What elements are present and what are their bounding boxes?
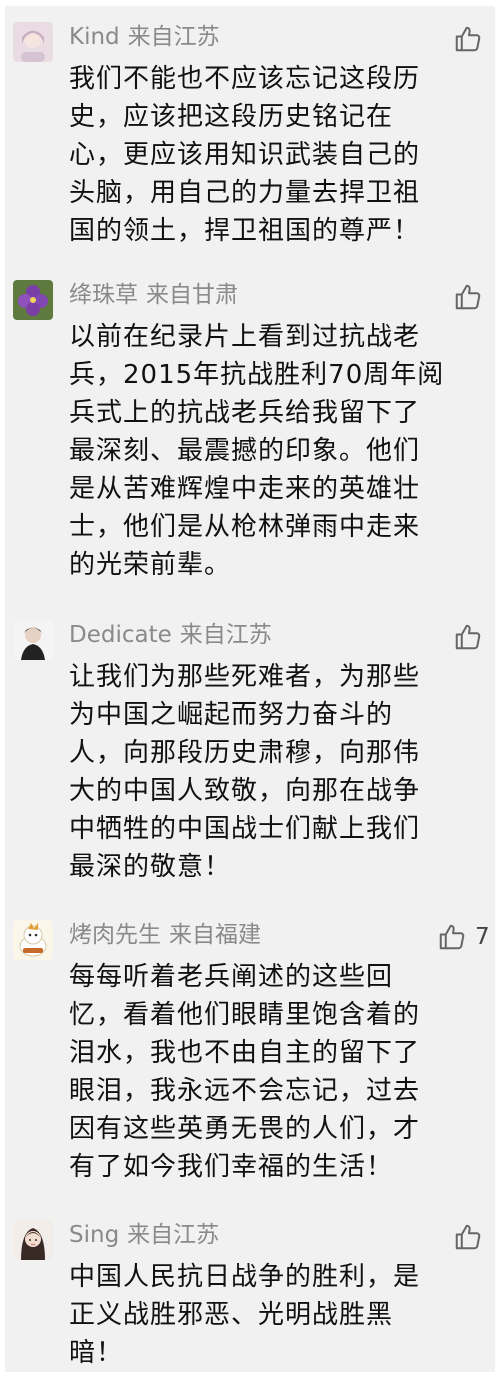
avatar[interactable] [13,22,53,62]
username[interactable]: 绛珠草 [69,282,138,308]
location-label: 来自甘肃 [146,282,238,308]
username[interactable]: Dedicate [69,622,172,648]
comment-item: Sing 来自江苏 中国人民抗日战争的胜利，是 正义战胜邪恶、光明战胜黑 暗！ [5,1208,495,1372]
thumbs-up-icon [455,624,481,650]
avatar[interactable] [13,1220,53,1260]
comment-item: Dedicate 来自江苏 让我们为那些死难者，为那些 为中国之崛起而努力奋斗的 … [5,608,495,908]
thumbs-up-icon [455,284,481,310]
like-button[interactable]: 7 [437,922,490,952]
username[interactable]: Sing [69,1222,119,1248]
comment-item: 烤肉先生 来自福建 7 每每听着老兵阐述的这些回 忆，看着他们眼睛里饱含着的 泪水… [5,908,495,1208]
thumbs-up-icon [439,924,465,950]
like-button[interactable] [453,282,483,312]
username[interactable]: Kind [69,24,120,50]
comment-text: 让我们为那些死难者，为那些 为中国之崛起而努力奋斗的 人，向那段历史肃穆，向那伟… [69,662,421,882]
location-label: 来自福建 [169,922,261,948]
avatar[interactable] [13,280,53,320]
thumbs-up-icon [455,26,481,52]
comment-header: 烤肉先生 来自福建 [69,918,261,952]
comment-header: Kind 来自江苏 [69,20,220,54]
comment-item: 绛珠草 来自甘肃 以前在纪录片上看到过抗战老 兵，2015年抗战胜利70周年阅 兵… [5,268,495,608]
comment-header: 绛珠草 来自甘肃 [69,278,238,312]
thumbs-up-icon [455,1224,481,1250]
comment-text: 我们不能也不应该忘记这段历 史，应该把这段历史铭记在 心，更应该用知识武装自己的… [69,64,421,246]
comment-item: Kind 来自江苏 我们不能也不应该忘记这段历 史，应该把这段历史铭记在 心，更应… [5,10,495,268]
location-label: 来自江苏 [127,1222,220,1248]
comment-header: Dedicate 来自江苏 [69,618,272,652]
location-label: 来自江苏 [179,622,272,648]
comment-header: Sing 来自江苏 [69,1218,219,1252]
like-button[interactable] [453,1222,483,1252]
comment-list: Kind 来自江苏 我们不能也不应该忘记这段历 史，应该把这段历史铭记在 心，更应… [5,6,495,1372]
comment-text: 每每听着老兵阐述的这些回 忆，看着他们眼睛里饱含着的 泪水，我也不由自主的留下了… [69,962,421,1182]
avatar[interactable] [13,620,53,660]
like-button[interactable] [453,24,483,54]
location-label: 来自江苏 [127,24,220,50]
comment-text: 以前在纪录片上看到过抗战老 兵，2015年抗战胜利70周年阅 兵式上的抗战老兵给… [69,322,445,580]
like-button[interactable] [453,622,483,652]
username[interactable]: 烤肉先生 [69,922,161,948]
like-count: 7 [475,924,490,950]
avatar[interactable] [13,920,53,960]
comment-text: 中国人民抗日战争的胜利，是 正义战胜邪恶、光明战胜黑 暗！ [69,1262,421,1368]
